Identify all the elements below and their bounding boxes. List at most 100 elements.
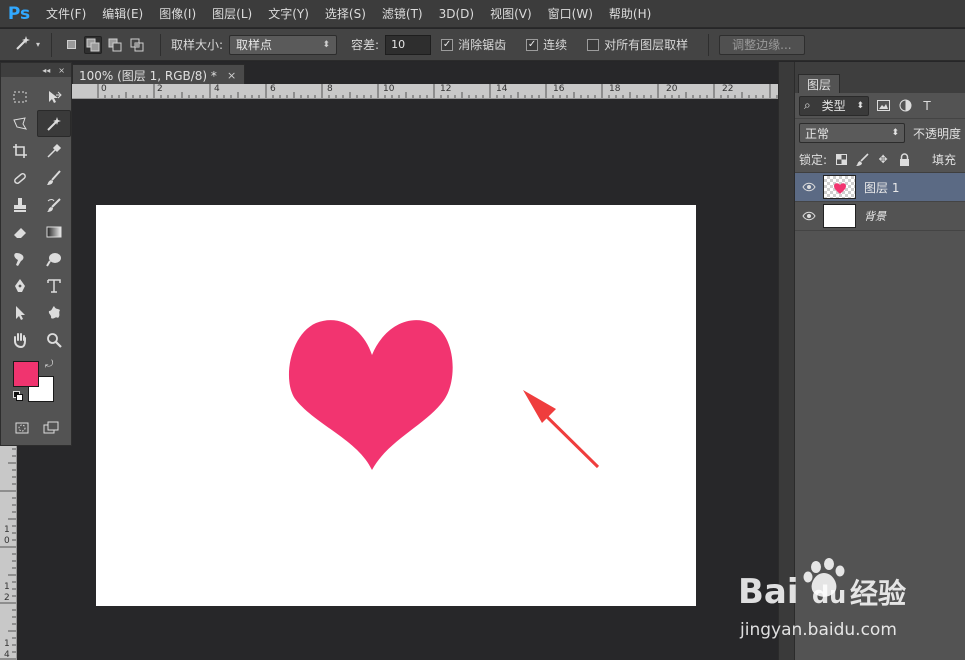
close-icon[interactable]: × (227, 69, 236, 82)
tab-layers[interactable]: 图层 (798, 74, 841, 93)
menu-file[interactable]: 文件(F) (38, 0, 94, 28)
lock-position-icon[interactable]: ✥ (876, 153, 890, 167)
layer-row[interactable]: 图层 1 (795, 173, 965, 202)
ruler-label: 4 (214, 84, 220, 94)
close-icon[interactable]: × (58, 66, 65, 75)
menu-view[interactable]: 视图(V) (482, 0, 540, 28)
layer-filter-value: 类型 (821, 99, 846, 113)
ruler-label: 0 (4, 536, 10, 546)
new-selection-mode[interactable] (62, 36, 80, 54)
layer-filter-select[interactable]: ⌕ 类型 ⬍ (799, 95, 869, 116)
anti-alias-label: 消除锯齿 (458, 38, 507, 52)
horizontal-ruler: 0 2 4 6 8 10 12 14 16 18 20 22 (72, 84, 778, 99)
add-selection-mode[interactable] (84, 35, 102, 54)
contiguous-label: 连续 (543, 38, 568, 52)
history-brush-tool[interactable] (37, 191, 71, 218)
watermark-suffix: 经验 (850, 577, 906, 610)
collapse-icon[interactable]: ◂◂ (42, 66, 50, 75)
marquee-tool[interactable] (3, 83, 37, 110)
tool-preset-picker[interactable]: ▾ (8, 32, 52, 57)
options-bar: ▾ 取样大小: 取样点 ⬍ 容差: ✓ 消除锯齿 ✓ 连续 对所有图层取样 (0, 29, 965, 61)
magic-wand-tool[interactable] (37, 110, 71, 137)
eyedropper-tool[interactable] (37, 137, 71, 164)
rect-marquee-icon (13, 91, 27, 102)
lasso-tool[interactable] (3, 110, 37, 137)
visibility-toggle[interactable] (795, 211, 823, 221)
fill-label: 填充 (932, 153, 957, 167)
baidu-jingyan-watermark: Bai du 经验 jingyan.baidu.com (738, 558, 906, 640)
intersect-selection-mode[interactable] (128, 36, 146, 54)
smudge-icon (14, 252, 24, 266)
sample-all-layers-option[interactable]: 对所有图层取样 (587, 36, 694, 53)
separator (708, 33, 710, 56)
eraser-tool[interactable] (3, 218, 37, 245)
bandage-icon (14, 172, 26, 184)
swap-colors-icon[interactable]: ⤾ (45, 359, 53, 370)
healing-brush-tool[interactable] (3, 164, 37, 191)
pixel-filter-icon[interactable] (875, 98, 891, 114)
lock-transparency-icon[interactable] (834, 153, 848, 167)
document-tab[interactable]: 100% (图层 1, RGB/8) * × (72, 64, 246, 85)
blend-row: 正常 ⬍ 不透明度 (795, 119, 965, 147)
lock-all-icon[interactable] (897, 153, 911, 167)
sample-size-select[interactable]: 取样点 ⬍ (229, 34, 338, 55)
visibility-toggle[interactable] (795, 182, 823, 192)
heart-shape (288, 320, 453, 470)
quick-mask-button[interactable] (13, 419, 31, 437)
brush-tool[interactable] (37, 164, 71, 191)
menu-image[interactable]: 图像(I) (151, 0, 204, 28)
canvas-artwork (288, 320, 600, 470)
anti-alias-checkbox[interactable]: ✓ (441, 38, 454, 51)
blend-mode-select[interactable]: 正常 ⬍ (799, 123, 905, 143)
layer-row[interactable]: 背景 (795, 202, 965, 231)
type-tool[interactable] (37, 272, 71, 299)
select-arrows-icon: ⬍ (891, 128, 899, 138)
menu-layer[interactable]: 图层(L) (204, 0, 260, 28)
lock-pixels-icon[interactable] (855, 152, 869, 167)
menu-select[interactable]: 选择(S) (317, 0, 374, 28)
document-tab-title: 100% (图层 1, RGB/8) * (79, 68, 217, 83)
gradient-tool[interactable] (37, 218, 71, 245)
layer-name: 图层 1 (864, 180, 900, 195)
dodge-icon (46, 252, 61, 267)
crop-tool[interactable] (3, 137, 37, 164)
menu-type[interactable]: 文字(Y) (260, 0, 317, 28)
menu-window[interactable]: 窗口(W) (540, 0, 601, 28)
custom-shape-tool[interactable] (37, 299, 71, 326)
foreground-color-swatch[interactable] (13, 361, 39, 387)
path-selection-tool[interactable] (3, 299, 37, 326)
sample-all-layers-checkbox[interactable] (587, 38, 600, 51)
move-icon (49, 90, 62, 103)
zoom-tool[interactable] (37, 326, 71, 353)
menu-edit[interactable]: 编辑(E) (94, 0, 151, 28)
refine-edge-button[interactable]: 调整边缘... (719, 34, 805, 55)
menu-help[interactable]: 帮助(H) (601, 0, 659, 28)
tool-grid (1, 77, 71, 353)
default-colors-icon[interactable] (13, 391, 23, 401)
blur-tool[interactable] (3, 245, 37, 272)
pen-tool[interactable] (3, 272, 37, 299)
hand-tool[interactable] (3, 326, 37, 353)
menu-filter[interactable]: 滤镜(T) (374, 0, 431, 28)
anti-alias-option[interactable]: ✓ 消除锯齿 (441, 36, 512, 53)
screen-mode-button[interactable] (42, 419, 60, 437)
ruler-label: 18 (609, 84, 621, 94)
tolerance-label: 容差: (351, 38, 380, 52)
contiguous-checkbox[interactable]: ✓ (526, 38, 539, 51)
clone-stamp-tool[interactable] (3, 191, 37, 218)
type-filter-icon[interactable]: T (919, 98, 935, 114)
tolerance-input[interactable] (385, 34, 432, 55)
select-arrows-icon: ⬍ (322, 39, 331, 50)
eye-icon (802, 182, 816, 192)
document-canvas[interactable] (96, 205, 696, 606)
tools-panel: ◂◂ × ⤾ (0, 62, 72, 446)
adjustment-filter-icon[interactable] (897, 98, 913, 114)
menu-3d[interactable]: 3D(D) (431, 0, 482, 28)
dodge-tool[interactable] (37, 245, 71, 272)
move-tool[interactable] (37, 83, 71, 110)
custom-shape-icon (48, 305, 60, 319)
contiguous-option[interactable]: ✓ 连续 (526, 36, 573, 53)
magic-wand-icon (14, 34, 32, 55)
eyedropper-icon (47, 143, 62, 158)
subtract-selection-mode[interactable] (106, 36, 124, 54)
